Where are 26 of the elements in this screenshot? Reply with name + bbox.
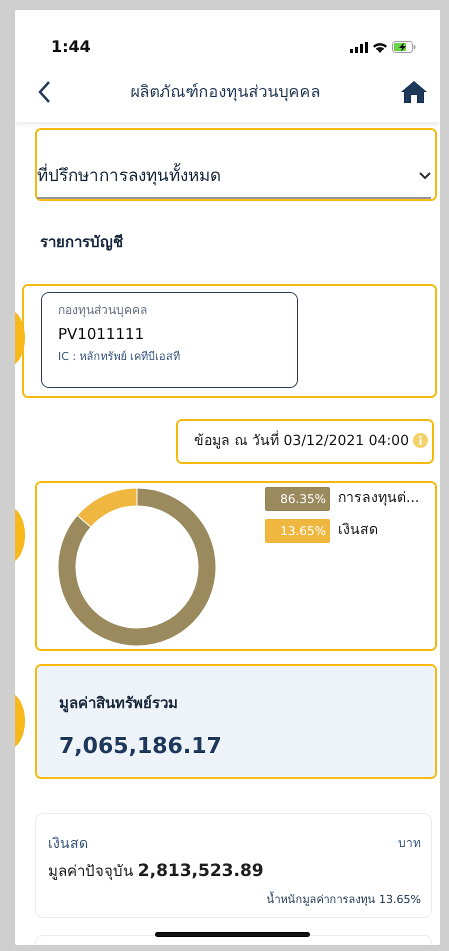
legend-percent: 86.35% bbox=[265, 486, 330, 510]
holding-card[interactable]: เงินสด บาท มูลค่าปัจจุบัน 2,813,523.89 น้ำหนักมูลค่าการลงทุน 13.65% bbox=[35, 812, 432, 918]
total-value: 7,065,186.17 bbox=[59, 733, 223, 761]
account-card[interactable]: กองทุนส่วนบุคคล PV1011111 IC : หลักทรัพย์ เคทีบีเอสที bbox=[41, 292, 298, 388]
advisor-dropdown[interactable]: ที่ปรึกษาการลงทุนทั้งหมด bbox=[37, 150, 431, 199]
data-date: ข้อมูล ณ วันที่ 03/12/2021 04:00 bbox=[194, 430, 409, 451]
back-button[interactable] bbox=[37, 80, 51, 104]
account-number: PV1011111 bbox=[58, 324, 146, 344]
legend-percent: 13.65% bbox=[265, 518, 330, 542]
total-label: มูลค่าสินทรัพย์รวม bbox=[59, 692, 179, 714]
battery-charging-icon bbox=[392, 41, 416, 53]
legend-label: เงินสด bbox=[338, 521, 378, 540]
page-title: ผลิตภัณฑ์กองทุนส่วนบุคคล bbox=[130, 81, 320, 104]
home-button[interactable] bbox=[400, 80, 428, 104]
legend-label: การลงทุนต่... bbox=[338, 489, 420, 508]
holding-value: มูลค่าปัจจุบัน 2,813,523.89 bbox=[48, 860, 265, 882]
wifi-icon bbox=[372, 41, 388, 53]
status-time: 1:44 bbox=[51, 36, 91, 58]
currency-unit: บาท bbox=[398, 834, 421, 852]
section-title: รายการบัญชี bbox=[40, 232, 124, 253]
signal-icon bbox=[350, 42, 368, 52]
chevron-down-icon bbox=[419, 172, 431, 180]
holding-weight: น้ำหนักมูลค่าการลงทุน 13.65% bbox=[266, 892, 421, 908]
holding-name: เงินสด bbox=[48, 834, 88, 854]
account-ic: IC : หลักทรัพย์ เคทีบีเอสที bbox=[58, 349, 182, 365]
account-type: กองทุนส่วนบุคคล bbox=[58, 302, 148, 318]
